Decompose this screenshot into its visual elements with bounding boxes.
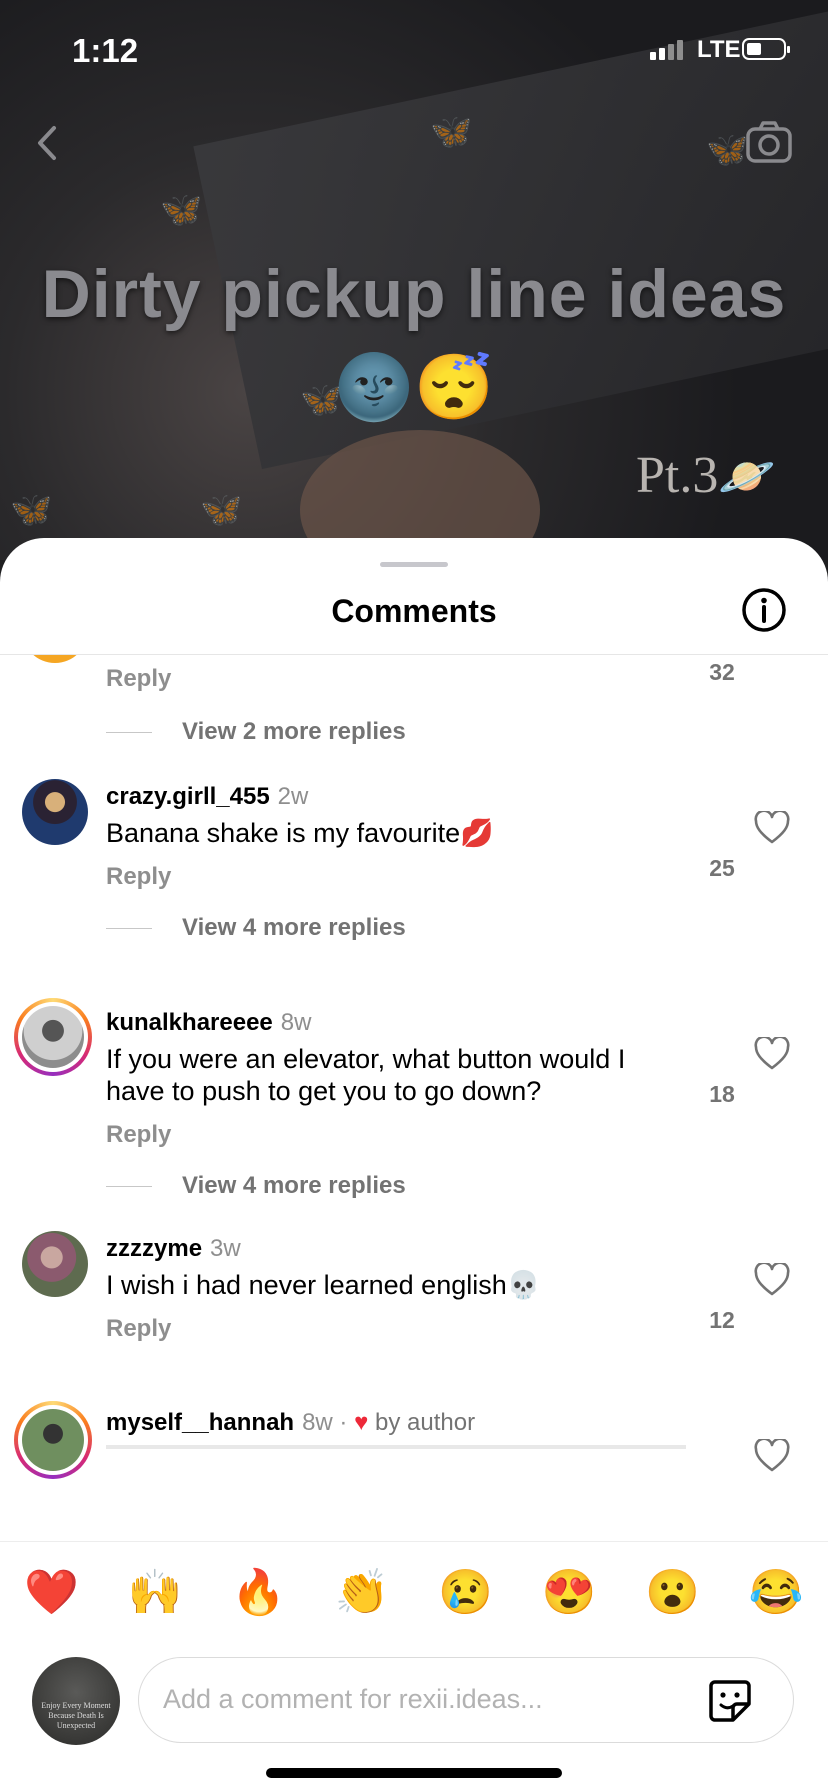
sticker-icon[interactable] [707,1678,753,1724]
home-indicator [266,1768,562,1778]
reaction-laughing[interactable]: 😂 [749,1566,804,1618]
username[interactable]: myself__hannah [106,1409,294,1436]
view-more-replies-button[interactable]: View 4 more replies [106,1171,406,1201]
reaction-crying[interactable]: 😢 [438,1566,493,1618]
user-avatar[interactable] [22,779,88,845]
username[interactable]: crazy.girll_455 [106,783,270,810]
comment-text: Banana shake is my favourite💋 [106,818,494,848]
like-count: 25 [709,855,735,881]
username[interactable]: kunalkhareeee [106,1009,273,1036]
like-heart-icon[interactable] [754,1037,790,1071]
camera-icon[interactable] [744,118,794,168]
comment-text: I wish i had never learned english💀 [106,1270,541,1300]
reaction-heart-eyes[interactable]: 😍 [542,1566,597,1618]
comment-age: 8w [280,1009,312,1036]
cellular-signal-icon [650,40,683,60]
reaction-heart[interactable]: ❤️ [24,1566,79,1618]
reply-button[interactable]: Reply [106,1121,171,1149]
video-part-label: Pt.3🪐 [636,446,776,505]
comment-age: 8w · [302,1409,348,1436]
status-bar: 1:12 LTE [0,30,828,70]
comment-username-row[interactable]: kunalkhareeee 8w [106,1009,311,1037]
current-user-avatar-text: Enjoy Every Moment Because Death Is Unex… [41,1701,111,1730]
video-title-emoji: 🌚😴 [334,351,494,423]
comments-title: Comments [331,593,497,629]
reaction-raised-hands[interactable]: 🙌 [128,1566,183,1618]
network-type: LTE [697,36,741,63]
planet-emoji: 🪐 [718,451,776,502]
comment-username-row[interactable]: crazy.girll_455 2w [106,783,308,811]
view-more-replies-button[interactable]: View 4 more replies [106,913,406,943]
liked-by-author-label: by author [375,1409,476,1436]
partial-avatar [22,655,88,663]
status-time: 1:12 [72,32,139,69]
butterfly-decoration: 🦋 [200,491,243,529]
comments-sheet: Comments Reply 32 View 2 more replies cr… [0,538,828,1792]
back-chevron-icon[interactable] [30,118,70,168]
thread-line [106,731,152,733]
reaction-clap[interactable]: 👏 [335,1566,390,1618]
comment-composer: Enjoy Every Moment Because Death Is Unex… [0,1641,828,1751]
info-icon[interactable] [740,586,788,634]
like-heart-icon[interactable] [754,811,790,845]
like-count: 12 [709,1307,735,1333]
red-heart-icon: ♥ [354,1409,369,1436]
comment-input[interactable]: Add a comment for rexii.ideas... [138,1657,794,1743]
comment-age: 3w [210,1235,241,1262]
comment-text-cutoff [106,1443,686,1451]
comment-text: If you were an elevator, what button wou… [106,1044,626,1106]
user-avatar[interactable] [22,1231,88,1297]
view-more-replies-button[interactable]: View 2 more replies [106,717,406,747]
view-more-label: View 2 more replies [182,718,406,745]
like-count: 18 [709,1081,735,1107]
comment-age: 2w [277,783,309,810]
sheet-grabber-handle[interactable] [380,562,448,567]
butterfly-decoration: 🦋 [430,113,473,151]
comment-username-row[interactable]: myself__hannah 8w · ♥ by author [106,1409,475,1437]
current-user-avatar: Enjoy Every Moment Because Death Is Unex… [32,1657,120,1745]
reaction-fire[interactable]: 🔥 [231,1566,286,1618]
quick-reactions-bar: ❤️ 🙌 🔥 👏 😢 😍 😮 😂 [0,1541,828,1642]
part-label-text: Pt.3 [636,447,719,504]
reply-button[interactable]: Reply [106,1315,171,1343]
story-ring-avatar[interactable] [14,1401,92,1479]
story-ring-avatar[interactable] [14,998,92,1076]
reel-video-background: 🦋 🦋 🦋 🦋 🦋 🦋 Dirty pickup line ideas 🌚😴 P… [0,0,828,560]
butterfly-decoration: 🦋 [160,191,203,229]
view-more-label: View 4 more replies [182,1172,406,1199]
username[interactable]: zzzzyme [106,1235,202,1262]
comment-input-placeholder: Add a comment for rexii.ideas... [163,1684,543,1714]
video-title-text: Dirty pickup line ideas [41,256,787,332]
reply-button[interactable]: Reply [106,665,171,693]
thread-line [106,1185,152,1187]
thread-line [106,927,152,929]
reply-button[interactable]: Reply [106,863,171,891]
like-heart-icon[interactable] [754,1439,790,1473]
reaction-wow[interactable]: 😮 [645,1566,700,1618]
comment-username-row[interactable]: zzzzyme 3w [106,1235,241,1263]
battery-icon [742,38,790,60]
butterfly-decoration: 🦋 [706,131,749,169]
butterfly-decoration: 🦋 [10,491,53,529]
like-count: 32 [709,659,735,685]
liked-by-author-badge: ♥ by author [354,1409,475,1436]
view-more-label: View 4 more replies [182,914,406,941]
like-heart-icon[interactable] [754,1263,790,1297]
comments-list[interactable]: Reply 32 View 2 more replies crazy.girll… [0,655,828,1541]
